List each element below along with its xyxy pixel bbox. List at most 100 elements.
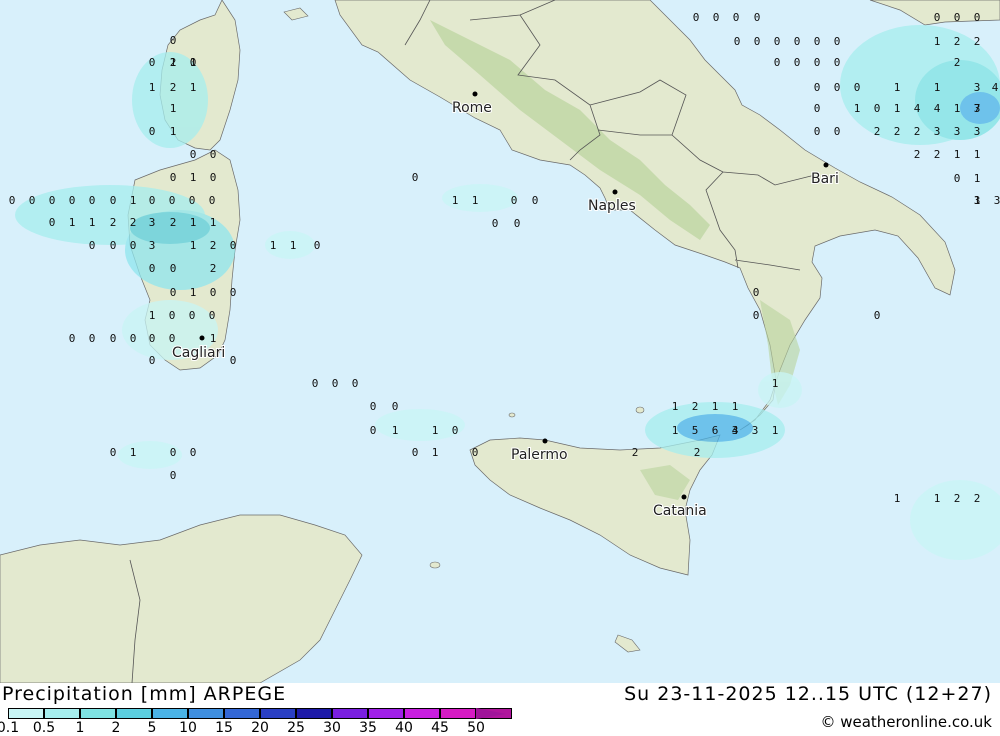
precip-value: 2 <box>874 125 881 138</box>
precip-value: 2 <box>110 216 117 229</box>
precip-value: 0 <box>854 81 861 94</box>
precip-value: 0 <box>170 446 177 459</box>
precip-value: 1 <box>854 102 861 115</box>
legend-label: 10 <box>179 720 197 736</box>
precip-value: 3 <box>974 81 981 94</box>
legend-label: 15 <box>215 720 233 736</box>
precip-value: 0 <box>392 400 399 413</box>
city-label: Naples <box>588 198 636 214</box>
legend-label: 25 <box>287 720 305 736</box>
credit-link[interactable]: © weatheronline.co.uk <box>820 713 992 731</box>
precip-value: 0 <box>169 309 176 322</box>
precip-value: 0 <box>149 125 156 138</box>
legend-label: 0.5 <box>32 720 56 736</box>
precip-value: 0 <box>169 332 176 345</box>
precip-value: 1 <box>190 81 197 94</box>
precip-value: 0 <box>209 194 216 207</box>
precip-value: 0 <box>753 286 760 299</box>
precip-value: 0 <box>492 217 499 230</box>
legend-label: 35 <box>359 720 377 736</box>
precip-value: 1 <box>130 194 137 207</box>
precip-value: 2 <box>210 262 217 275</box>
precip-value: 0 <box>312 377 319 390</box>
precip-value: 2 <box>954 35 961 48</box>
precip-value: 1 <box>149 81 156 94</box>
precip-value: 0 <box>814 56 821 69</box>
precip-value: 1 <box>672 400 679 413</box>
precip-value: 0 <box>511 194 518 207</box>
legend-label: 0.1 <box>0 720 20 736</box>
legend-swatch <box>80 708 116 719</box>
city-label: Catania <box>653 503 707 519</box>
legend-swatch <box>188 708 224 719</box>
precip-value: 1 <box>190 216 197 229</box>
legend-swatch <box>224 708 260 719</box>
precip-value: 0 <box>89 239 96 252</box>
precip-value: 1 <box>934 492 941 505</box>
precip-value: 2 <box>170 81 177 94</box>
precip-value: 0 <box>734 35 741 48</box>
precip-value: 2 <box>974 35 981 48</box>
legend-label: 20 <box>251 720 269 736</box>
precip-value: 0 <box>110 239 117 252</box>
precip-value: 1 <box>732 400 739 413</box>
precip-value: 1 <box>894 81 901 94</box>
precip-value: 1 <box>170 102 177 115</box>
precip-value: 0 <box>753 309 760 322</box>
precip-value: 3 <box>149 216 156 229</box>
precip-value: 1 <box>954 148 961 161</box>
precip-value: 1 <box>772 377 779 390</box>
precip-value: 3 <box>752 424 759 437</box>
legend-swatch <box>8 708 44 719</box>
precip-value: 0 <box>954 172 961 185</box>
precip-value: 0 <box>874 102 881 115</box>
precip-value: 2 <box>914 125 921 138</box>
precip-value: 4 <box>992 81 999 94</box>
precip-value: 0 <box>834 35 841 48</box>
precip-value: 1 <box>210 332 217 345</box>
precip-value: 0 <box>49 194 56 207</box>
precip-value: 0 <box>49 216 56 229</box>
precip-value: 1 <box>170 125 177 138</box>
legend-swatch <box>332 708 368 719</box>
precip-value: 2 <box>974 492 981 505</box>
precip-value: 2 <box>692 400 699 413</box>
legend-label: 5 <box>147 720 157 736</box>
precip-value: 4 <box>934 102 941 115</box>
precip-value: 6 <box>712 424 719 437</box>
precip-legend: 0.1 0.5 1 2 5 10 15 20 25 30 35 40 45 50 <box>0 708 528 736</box>
precip-value: 0 <box>110 332 117 345</box>
precip-value: 0 <box>314 239 321 252</box>
precip-value: 0 <box>794 56 801 69</box>
precip-value: 0 <box>230 354 237 367</box>
precip-value: 0 <box>814 125 821 138</box>
precip-value: 0 <box>29 194 36 207</box>
precip-value: 1 <box>149 309 156 322</box>
precip-value: 0 <box>733 11 740 24</box>
legend-label: 50 <box>467 720 485 736</box>
precip-value: 0 <box>834 125 841 138</box>
precip-value: 0 <box>693 11 700 24</box>
precip-value: 1 <box>772 424 779 437</box>
precip-value: 0 <box>370 424 377 437</box>
precip-value: 2 <box>914 148 921 161</box>
precip-value: 0 <box>774 56 781 69</box>
precip-value: 0 <box>452 424 459 437</box>
precip-value: 0 <box>934 11 941 24</box>
precip-value: 1 <box>190 56 197 69</box>
precip-value: 1 <box>392 424 399 437</box>
precip-value: 0 <box>89 194 96 207</box>
precip-value: 4 <box>732 424 739 437</box>
precip-value: 0 <box>169 194 176 207</box>
precip-value: 3 <box>149 239 156 252</box>
precip-value: 0 <box>532 194 539 207</box>
precip-value: 2 <box>632 446 639 459</box>
precip-value: 5 <box>692 424 699 437</box>
precip-value: 1 <box>290 239 297 252</box>
legend-label: 1 <box>75 720 85 736</box>
precip-value: 3 <box>994 194 1000 207</box>
legend-swatch <box>44 708 80 719</box>
precip-value: 0 <box>69 194 76 207</box>
precip-value: 0 <box>110 194 117 207</box>
weather-map: 0 0 0 0 0 0 00 0 0 0 0 00 0 0 00 0 00 00 000000 00 00 0 0 0 0 0 0 0… <box>0 0 1000 683</box>
